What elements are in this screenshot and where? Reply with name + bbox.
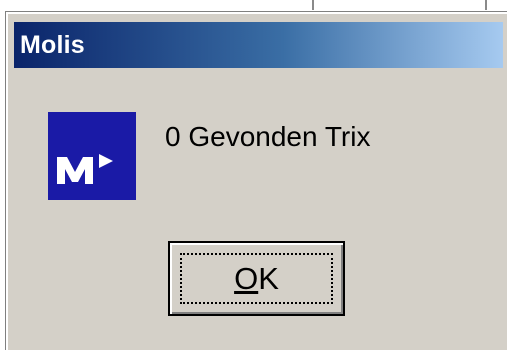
molis-logo-icon [48,112,136,200]
ok-button-label: OK [234,261,279,297]
dialog-title: Molis [20,30,85,59]
message-dialog: Molis 0 Gevonden Trix OK [5,11,507,350]
focus-rectangle: OK [180,253,333,304]
background-divider [312,0,314,10]
ok-button[interactable]: OK [168,241,345,316]
ok-mnemonic: O [234,260,259,296]
dialog-message: 0 Gevonden Trix [165,121,371,152]
background-window-edge [0,0,507,12]
dialog-titlebar[interactable]: Molis [14,22,503,68]
ok-label-rest: K [258,260,279,296]
background-divider [485,0,487,10]
